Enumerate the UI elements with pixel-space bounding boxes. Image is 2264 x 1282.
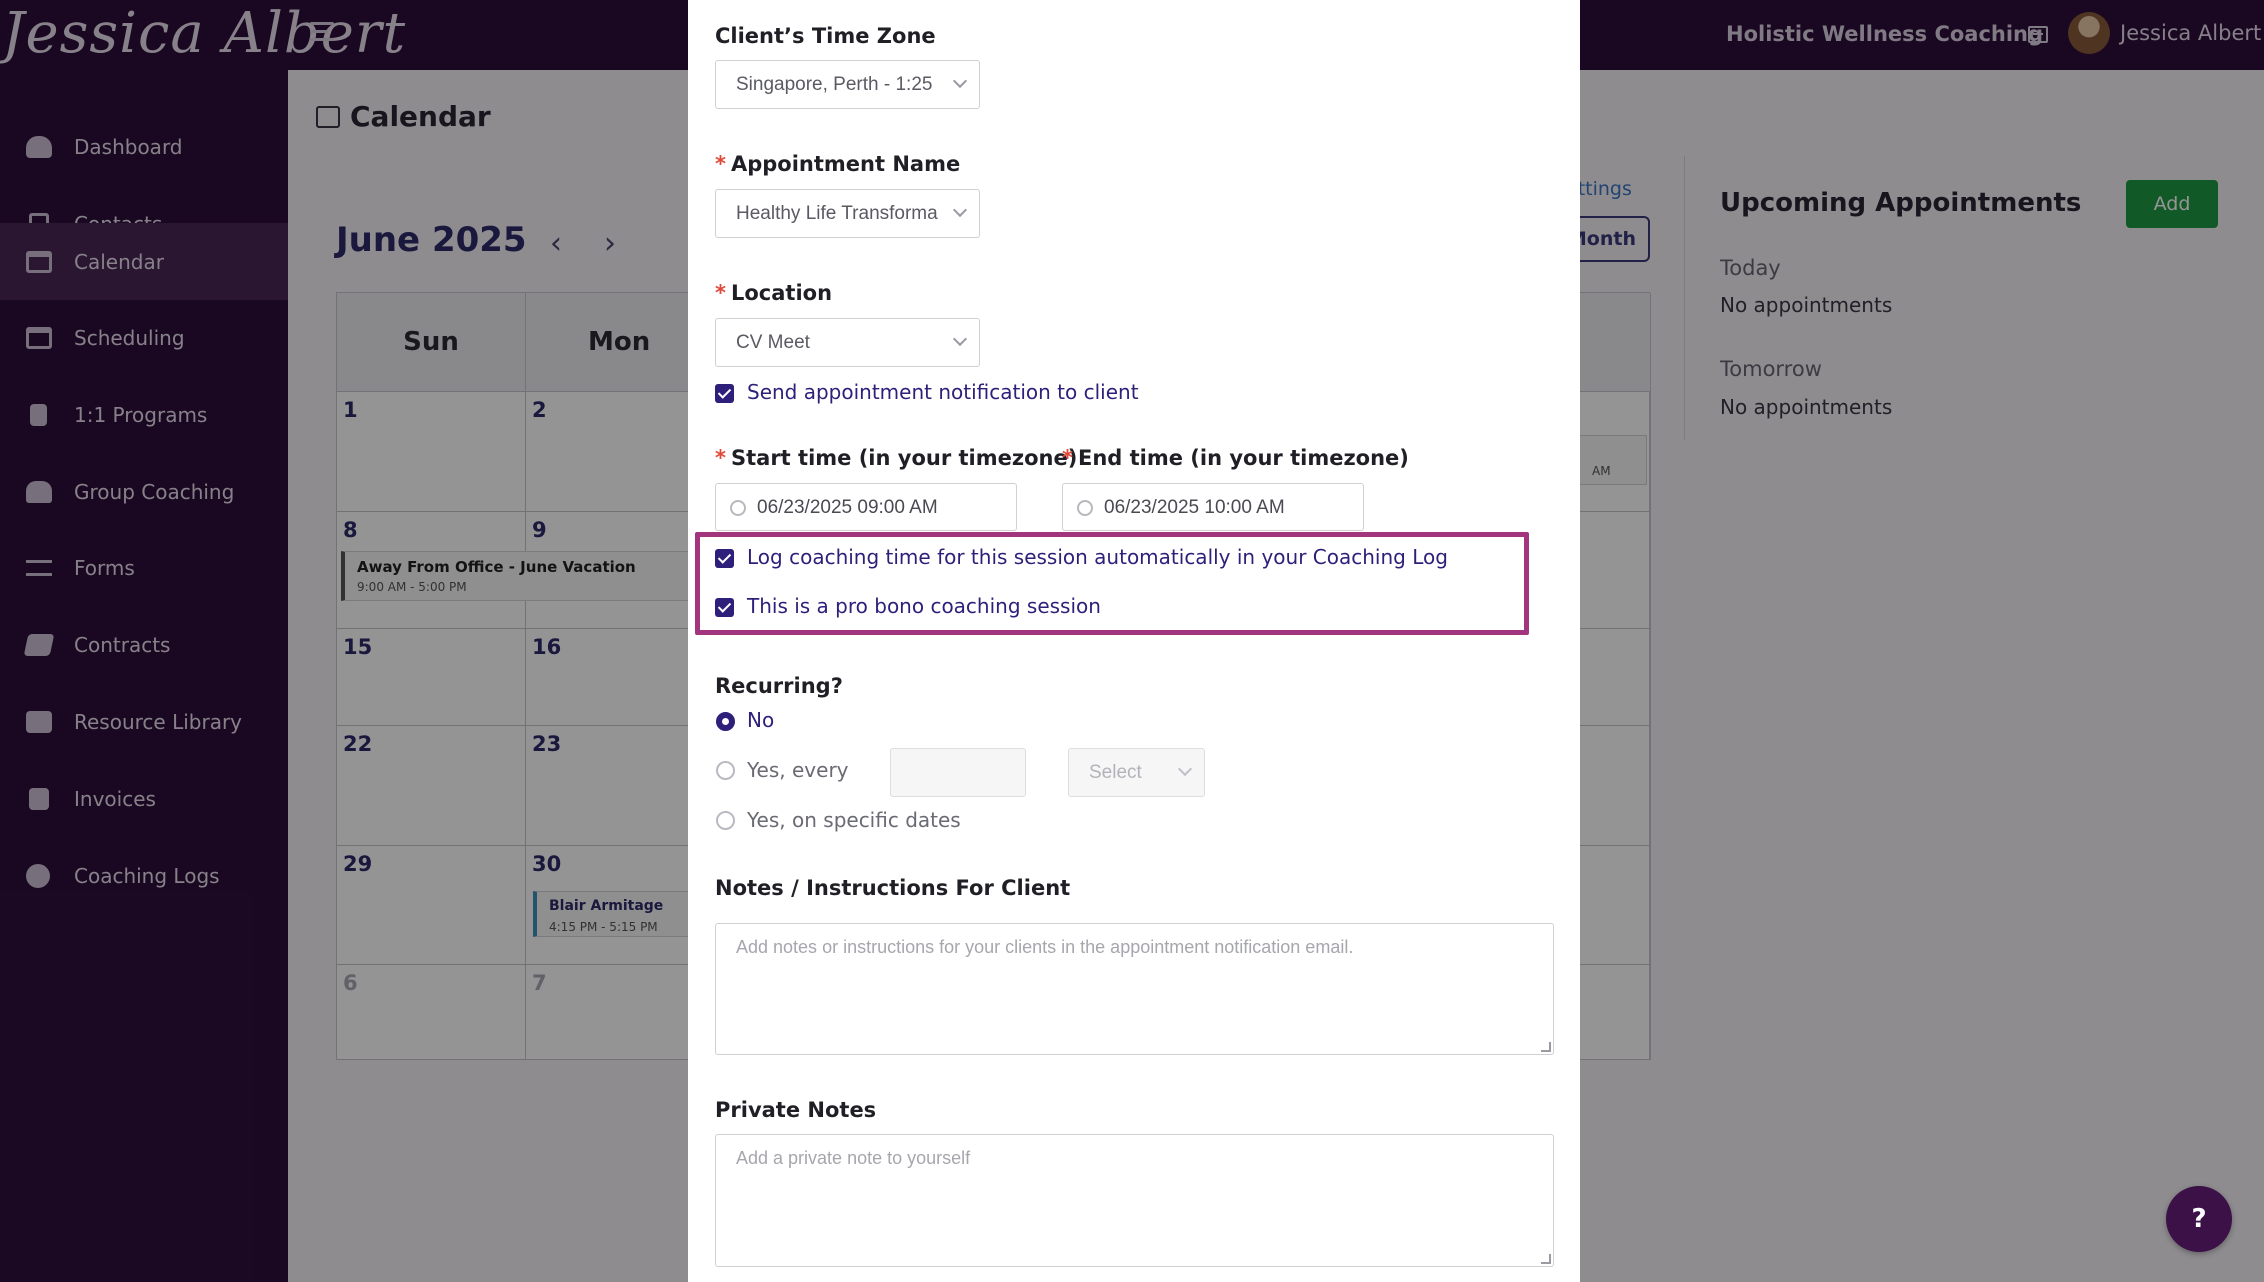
private-notes-placeholder: Add a private note to yourself — [736, 1148, 971, 1168]
notes-label: Notes / Instructions For Client — [715, 876, 1071, 900]
chevron-down-icon — [1177, 761, 1193, 777]
private-notes-label: Private Notes — [715, 1098, 877, 1122]
start-time-label: * Start time (in your timezone) — [715, 446, 1078, 470]
recurring-unit-value: Select — [1089, 762, 1142, 783]
recurring-every-radio[interactable] — [716, 761, 735, 780]
location-label: * Location — [715, 281, 833, 305]
recurring-no-radio[interactable] — [716, 712, 735, 731]
appointment-name-select[interactable]: Healthy Life Transforma — [715, 189, 980, 238]
end-time-input[interactable]: 06/23/2025 10:00 AM — [1062, 483, 1364, 531]
appointment-modal: Client’s Time Zone Singapore, Perth - 1:… — [688, 0, 1580, 1282]
appointment-name-value: Healthy Life Transforma — [736, 203, 938, 224]
private-notes-textarea[interactable]: Add a private note to yourself — [715, 1134, 1554, 1267]
clock-icon — [730, 500, 746, 516]
recurring-specific-radio[interactable] — [716, 811, 735, 830]
recurring-unit-select[interactable]: Select — [1068, 748, 1205, 797]
timezone-value: Singapore, Perth - 1:25 — [736, 74, 933, 95]
required-mark: * — [1062, 446, 1073, 470]
chevron-down-icon — [952, 73, 968, 89]
required-mark: * — [715, 446, 726, 470]
recurring-no-label[interactable]: No — [747, 708, 774, 732]
clock-icon — [1077, 500, 1093, 516]
help-button[interactable]: ? — [2166, 1186, 2232, 1252]
location-value: CV Meet — [736, 332, 810, 353]
timezone-select[interactable]: Singapore, Perth - 1:25 — [715, 60, 980, 109]
chevron-down-icon — [952, 331, 968, 347]
pro-bono-checkbox[interactable] — [715, 598, 734, 617]
recurring-every-label[interactable]: Yes, every — [747, 758, 849, 782]
start-time-input[interactable]: 06/23/2025 09:00 AM — [715, 483, 1017, 531]
notes-placeholder: Add notes or instructions for your clien… — [736, 937, 1354, 957]
end-time-value: 06/23/2025 10:00 AM — [1104, 497, 1285, 518]
resize-handle-icon[interactable] — [1541, 1254, 1551, 1264]
notes-textarea[interactable]: Add notes or instructions for your clien… — [715, 923, 1554, 1055]
end-time-label: * End time (in your timezone) — [1062, 446, 1409, 470]
log-coaching-label[interactable]: Log coaching time for this session autom… — [747, 545, 1448, 569]
recurring-specific-label[interactable]: Yes, on specific dates — [747, 808, 961, 832]
notify-label[interactable]: Send appointment notification to client — [747, 380, 1139, 404]
notify-checkbox[interactable] — [715, 384, 734, 403]
location-select[interactable]: CV Meet — [715, 318, 980, 367]
required-mark: * — [715, 281, 726, 305]
pro-bono-label[interactable]: This is a pro bono coaching session — [747, 594, 1101, 618]
required-mark: * — [715, 152, 726, 176]
log-coaching-checkbox[interactable] — [715, 549, 734, 568]
resize-handle-icon[interactable] — [1541, 1042, 1551, 1052]
start-time-value: 06/23/2025 09:00 AM — [757, 497, 938, 518]
appointment-name-label: * Appointment Name — [715, 152, 961, 176]
chevron-down-icon — [952, 202, 968, 218]
recurring-interval-input[interactable] — [890, 748, 1026, 797]
timezone-label: Client’s Time Zone — [715, 24, 936, 48]
recurring-label: Recurring? — [715, 674, 843, 698]
